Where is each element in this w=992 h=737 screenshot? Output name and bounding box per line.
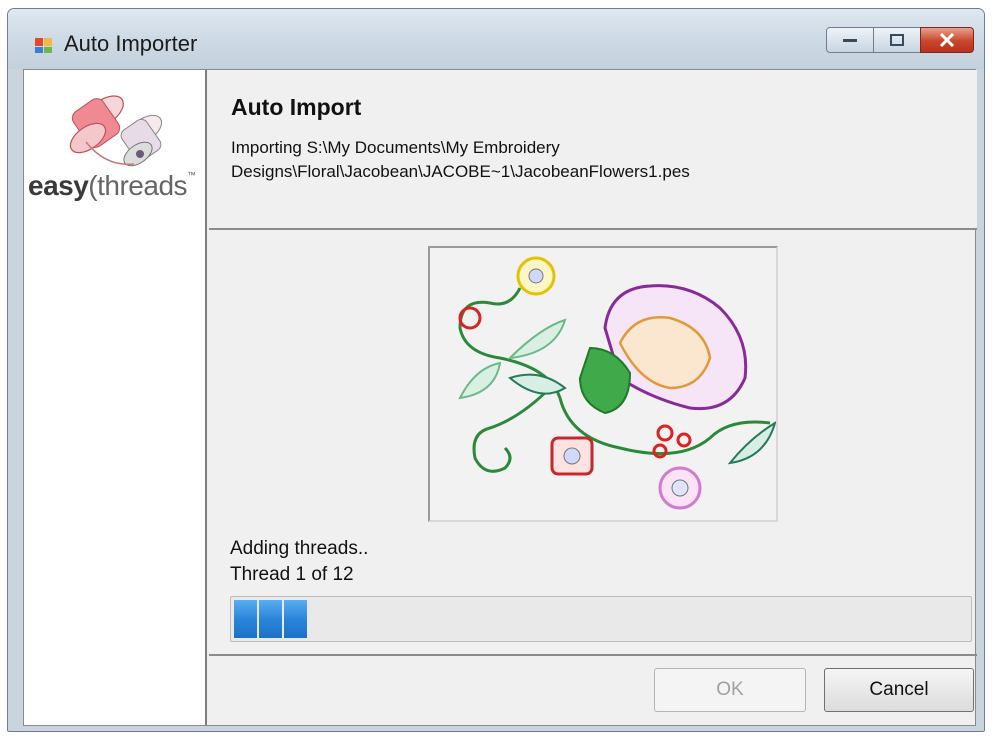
trademark: ™: [187, 170, 196, 180]
progress-segment: [234, 600, 257, 638]
title-bar[interactable]: Auto Importer: [8, 9, 984, 69]
app-window: Auto Importer easy(threads™ Auto Import …: [7, 8, 985, 732]
import-path: Importing S:\My Documents\My Embroidery …: [231, 138, 690, 181]
app-icon: [35, 38, 52, 53]
header-panel: Auto Import Importing S:\My Documents\My…: [209, 70, 977, 230]
maximize-icon: [890, 34, 904, 46]
page-title: Auto Import: [231, 94, 362, 120]
progress-fill: [234, 600, 307, 638]
dialog-client-area: easy(threads™ Auto Import Importing S:\M…: [23, 69, 977, 726]
progress-bar: [230, 596, 972, 642]
brand-wordmark: easy(threads™: [28, 170, 196, 202]
progress-segment: [284, 600, 307, 638]
maximize-button[interactable]: [873, 27, 921, 53]
design-preview: [428, 246, 778, 522]
ok-button[interactable]: OK: [654, 668, 806, 712]
footer-divider: [209, 654, 977, 656]
minimize-button[interactable]: [826, 27, 874, 53]
minimize-icon: [843, 39, 857, 42]
sidebar: easy(threads™: [24, 70, 207, 725]
brand-easy: easy: [28, 170, 89, 201]
status-text: Adding threads..: [230, 538, 369, 559]
brand-threads: (threads: [88, 170, 188, 201]
close-button[interactable]: [920, 27, 974, 53]
window-title: Auto Importer: [64, 31, 198, 56]
progress-segment: [259, 600, 282, 638]
cancel-button[interactable]: Cancel: [824, 668, 974, 712]
close-icon: [939, 33, 955, 47]
embroidery-design-image: [458, 256, 777, 510]
thread-counter: Thread 1 of 12: [230, 564, 354, 585]
